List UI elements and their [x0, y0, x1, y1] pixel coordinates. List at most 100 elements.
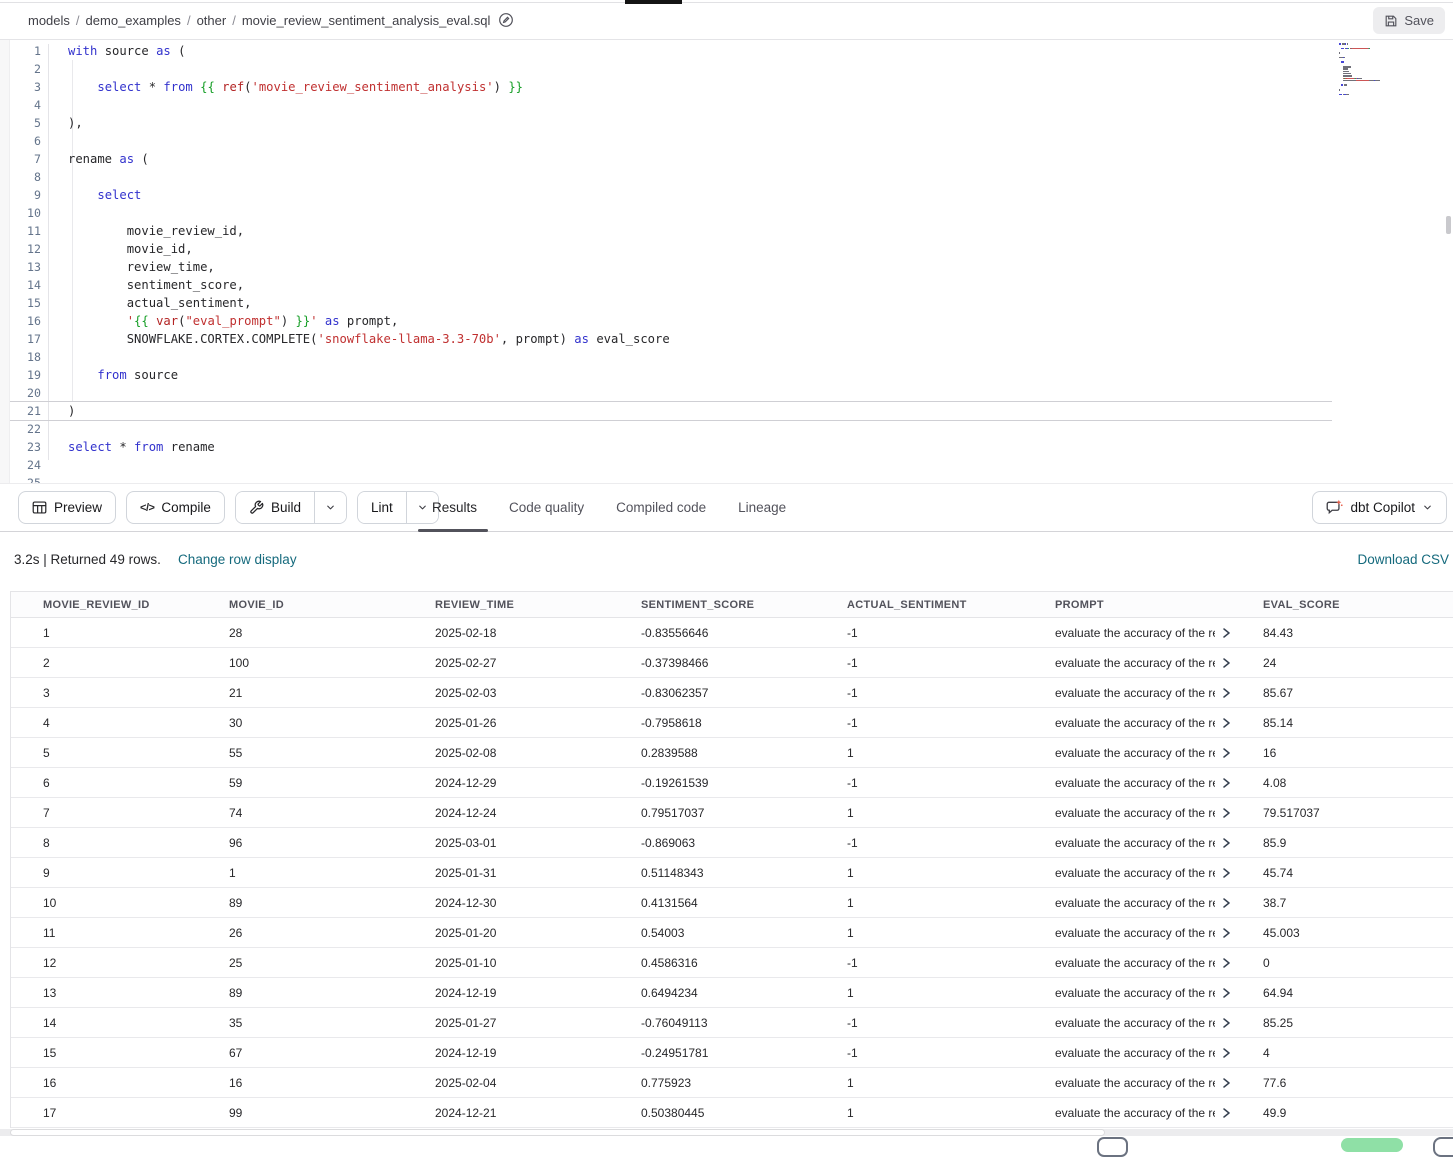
horizontal-scrollbar-thumb[interactable] — [10, 1129, 1105, 1136]
table-cell: -1 — [815, 828, 1023, 857]
tab-lineage[interactable]: Lineage — [738, 500, 786, 515]
expand-prompt-icon[interactable] — [1223, 718, 1231, 728]
code-token: actual_sentiment, — [68, 296, 251, 310]
bottom-partial-button[interactable] — [1097, 1137, 1128, 1157]
expand-prompt-icon[interactable] — [1223, 898, 1231, 908]
prompt-preview-text: evaluate the accuracy of the res… — [1055, 1046, 1215, 1060]
tab-compiled-code[interactable]: Compiled code — [616, 500, 706, 515]
bottom-partial-green-button[interactable] — [1341, 1138, 1403, 1152]
table-cell: 4.08 — [1231, 768, 1453, 797]
code-line: 22 — [0, 420, 670, 438]
table-cell: 10 — [11, 888, 197, 917]
code-token: source — [127, 368, 178, 382]
table-cell: 0.4586316 — [609, 948, 815, 977]
prompt-preview-text: evaluate the accuracy of the res… — [1055, 866, 1215, 880]
change-row-display-link[interactable]: Change row display — [178, 552, 297, 567]
minimap[interactable] — [1335, 40, 1432, 98]
tab-results[interactable]: Results — [432, 500, 477, 515]
table-icon — [32, 500, 47, 515]
table-cell: -1 — [815, 618, 1023, 647]
lint-split-button: Lint — [357, 491, 439, 524]
table-cell: 89 — [197, 888, 403, 917]
table-cell: 14 — [11, 1008, 197, 1037]
download-csv-link[interactable]: Download CSV — [1357, 552, 1449, 567]
table-cell: 79.517037 — [1231, 798, 1453, 827]
table-cell: evaluate the accuracy of the res… — [1023, 648, 1231, 677]
compile-button[interactable]: </> Compile — [126, 491, 225, 524]
line-number: 25 — [0, 474, 41, 483]
bottom-partial-button[interactable] — [1433, 1137, 1453, 1157]
compile-label: Compile — [161, 500, 211, 515]
minimap-line — [1352, 48, 1369, 50]
table-cell: 30 — [197, 708, 403, 737]
expand-prompt-icon[interactable] — [1223, 1078, 1231, 1088]
breadcrumb-segment[interactable]: models — [28, 13, 70, 28]
code-line: 11 movie_review_id, — [0, 222, 670, 240]
expand-prompt-icon[interactable] — [1223, 808, 1231, 818]
code-token: * — [141, 80, 163, 94]
code-line: 23select * from rename — [0, 438, 670, 456]
code-token: as — [574, 332, 589, 346]
line-number: 24 — [0, 456, 41, 474]
build-button[interactable]: Build — [236, 492, 315, 523]
expand-prompt-icon[interactable] — [1223, 748, 1231, 758]
table-cell: -0.7958618 — [609, 708, 815, 737]
table-row: 12252025-01-100.4586316-1evaluate the ac… — [11, 948, 1453, 978]
table-cell: -1 — [815, 1038, 1023, 1067]
copilot-label: dbt Copilot — [1350, 500, 1415, 515]
line-number: 11 — [0, 222, 41, 240]
table-cell: evaluate the accuracy of the res… — [1023, 1098, 1231, 1127]
expand-prompt-icon[interactable] — [1223, 838, 1231, 848]
expand-prompt-icon[interactable] — [1223, 688, 1231, 698]
editor-vertical-scrollbar[interactable] — [1446, 216, 1451, 234]
code-token — [318, 314, 325, 328]
file-edit-status-icon — [498, 12, 514, 28]
prompt-preview-text: evaluate the accuracy of the res… — [1055, 986, 1215, 1000]
table-cell: 1 — [197, 858, 403, 887]
code-token: source — [97, 44, 156, 58]
code-text: sentiment_score, — [68, 276, 244, 294]
preview-button[interactable]: Preview — [18, 491, 116, 524]
breadcrumb-segment[interactable]: demo_examples — [86, 13, 181, 28]
expand-prompt-icon[interactable] — [1223, 988, 1231, 998]
results-toolbar: Preview </> Compile Build — [0, 483, 1453, 532]
line-number: 4 — [0, 96, 41, 114]
breadcrumb-segment[interactable]: movie_review_sentiment_analysis_eval.sql — [242, 13, 491, 28]
expand-prompt-icon[interactable] — [1223, 958, 1231, 968]
prompt-preview-text: evaluate the accuracy of the res… — [1055, 776, 1215, 790]
tab-code-quality[interactable]: Code quality — [509, 500, 584, 515]
table-cell: 24 — [1231, 648, 1453, 677]
expand-prompt-icon[interactable] — [1223, 1108, 1231, 1118]
expand-prompt-icon[interactable] — [1223, 778, 1231, 788]
code-text: select — [68, 186, 141, 204]
expand-prompt-icon[interactable] — [1223, 1018, 1231, 1028]
expand-prompt-icon[interactable] — [1223, 1048, 1231, 1058]
dbt-copilot-button[interactable]: dbt Copilot — [1312, 491, 1447, 524]
code-text: SNOWFLAKE.CORTEX.COMPLETE('snowflake-lla… — [68, 330, 670, 348]
table-row: 11262025-01-200.540031evaluate the accur… — [11, 918, 1453, 948]
expand-prompt-icon[interactable] — [1223, 928, 1231, 938]
table-cell: 2025-01-20 — [403, 918, 609, 947]
code-line: 20 — [0, 384, 670, 402]
code-token: select — [97, 80, 141, 94]
breadcrumb-segment[interactable]: other — [197, 13, 227, 28]
code-token: {{ — [200, 80, 215, 94]
code-token: as — [119, 152, 134, 166]
preview-label: Preview — [54, 500, 102, 515]
code-editor[interactable]: 1with source as (23 select * from {{ ref… — [0, 40, 1453, 483]
table-cell: 0.4131564 — [609, 888, 815, 917]
horizontal-scrollbar-track[interactable] — [0, 1129, 1453, 1136]
code-token: 'movie_review_sentiment_analysis' — [252, 80, 494, 94]
table-cell: -0.37398466 — [609, 648, 815, 677]
lint-button[interactable]: Lint — [358, 492, 407, 523]
code-icon: </> — [140, 502, 154, 514]
expand-prompt-icon[interactable] — [1223, 868, 1231, 878]
save-button[interactable]: Save — [1373, 7, 1445, 34]
build-dropdown-button[interactable] — [315, 492, 346, 523]
expand-prompt-icon[interactable] — [1223, 628, 1231, 638]
expand-prompt-icon[interactable] — [1223, 658, 1231, 668]
table-row: 14352025-01-27-0.76049113-1evaluate the … — [11, 1008, 1453, 1038]
code-token: ( — [134, 152, 149, 166]
code-text: review_time, — [68, 258, 215, 276]
code-token: , prompt) — [501, 332, 574, 346]
